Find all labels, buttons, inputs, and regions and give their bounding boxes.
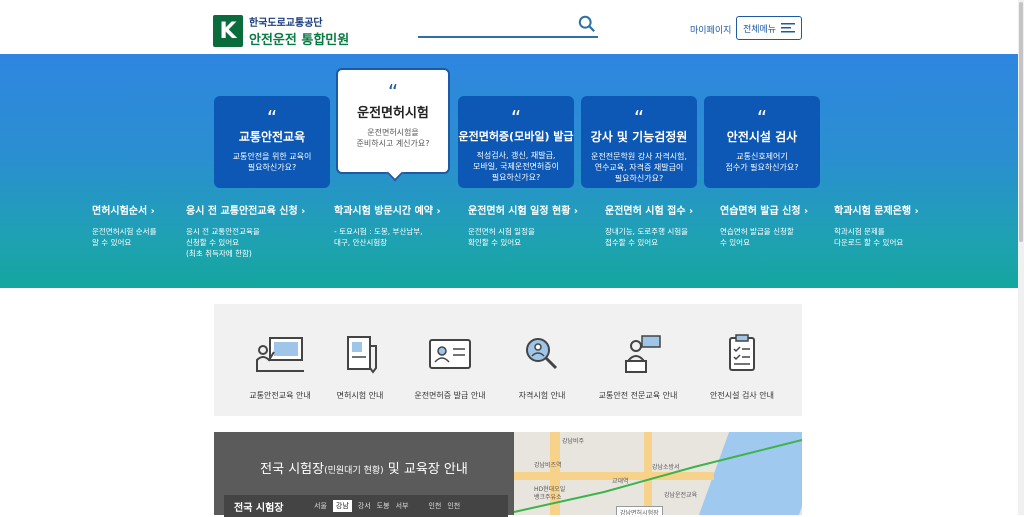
link-title: 운전면허 시험 일정 현황 › bbox=[468, 206, 579, 217]
card-desc: 운전면허시험을 준비하시고 계신가요? bbox=[356, 128, 430, 148]
card-title: 교통안전교육 bbox=[238, 130, 306, 144]
logo-mark-icon: K bbox=[213, 15, 243, 47]
link-exam-schedule[interactable]: 운전면허 시험 일정 현황 › 운전면허 시험 일정을 확인할 수 있어요 bbox=[468, 202, 578, 248]
checklist-icon bbox=[729, 334, 755, 371]
quick-item-safety-inspection[interactable]: 안전시설 검사 안내 bbox=[696, 334, 788, 401]
card-title: 운전면허증(모바일) 발급 bbox=[458, 130, 574, 143]
quote-icon: “ bbox=[266, 106, 278, 130]
link-title: 운전면허 시험 접수 › bbox=[605, 206, 694, 217]
magnifier-person-icon bbox=[526, 338, 558, 370]
link-desc: 응시 전 교통안전교육을 신청할 수 있어요 (최초 취득자에 한함) bbox=[186, 227, 260, 258]
quick-item-label: 교통안전교육 안내 bbox=[249, 391, 311, 400]
logo-org-name: 한국도로교통공단 bbox=[249, 18, 323, 29]
search-icon[interactable] bbox=[578, 15, 596, 33]
map-pin-label[interactable]: 강남면허시험장 bbox=[616, 506, 663, 515]
card-instructor[interactable]: “ 강사 및 기능검정원 운전전문학원 강사 자격시험, 연수교육, 자격증 재… bbox=[581, 96, 697, 188]
card-desc: 교통안전을 위한 교육이 필요하신가요? bbox=[232, 152, 312, 172]
region-tabs: 전국 시험장 서울 강남 강서 도봉 서부 인천 인천 bbox=[224, 495, 508, 517]
quick-item-label: 안전시설 검사 안내 bbox=[710, 391, 774, 400]
quick-item-license-exam[interactable]: 면허시험 안내 bbox=[314, 334, 406, 401]
panel-title-end: 및 교육장 안내 bbox=[383, 462, 468, 477]
quote-icon: “ bbox=[633, 106, 645, 130]
card-title: 운전면허시험 bbox=[357, 106, 429, 121]
quick-item-license-issue[interactable]: 운전면허증 발급 안내 bbox=[404, 334, 496, 401]
quick-menu: 교통안전교육 안내 면허시험 안내 운전면허증 발급 안내 자격시험 안내 교통… bbox=[214, 304, 802, 416]
card-desc: 교통신호제어기 접수가 필요하신가요? bbox=[725, 152, 799, 172]
link-practice-license[interactable]: 연습면허 발급 신청 › 연습면허 발급을 신청할 수 있어요 bbox=[720, 202, 808, 248]
link-desc: 연습면허 발급을 신청할 수 있어요 bbox=[720, 227, 794, 247]
card-desc: 운전전문학원 강사 자격시험, 연수교육, 자격증 재발급이 필요하신가요? bbox=[591, 152, 687, 183]
quote-icon: “ bbox=[387, 80, 399, 104]
card-safety-facility[interactable]: “ 안전시설 검사 교통신호제어기 접수가 필요하신가요? bbox=[704, 96, 820, 188]
map-label: 교대역 bbox=[612, 478, 629, 485]
region-tab-active[interactable]: 강남 bbox=[332, 500, 352, 512]
map-label: 강남비주 bbox=[562, 438, 585, 445]
region-tab[interactable]: 강서 bbox=[358, 501, 371, 511]
card-license-exam[interactable]: “ 운전면허시험 운전면허시험을 준비하시고 계신가요? bbox=[336, 68, 450, 182]
map-label: 강남비즈역 bbox=[534, 462, 562, 469]
page-scrollbar[interactable] bbox=[1018, 0, 1024, 515]
link-desc: 운전면허 시험 일정을 확인할 수 있어요 bbox=[468, 227, 535, 247]
region-tab[interactable]: 인천 bbox=[447, 501, 460, 511]
region-tabs-label: 전국 시험장 bbox=[234, 502, 284, 514]
id-card-icon bbox=[429, 339, 471, 369]
hero-banner: “ 교통안전교육 교통안전을 위한 교육이 필요하신가요? “ 운전면허시험 운… bbox=[0, 54, 1024, 288]
mypage-link[interactable]: 마이페이지 bbox=[690, 23, 731, 36]
link-exam-application[interactable]: 운전면허 시험 접수 › 장내기능, 도로주행 시험을 접수할 수 있어요 bbox=[605, 202, 693, 248]
scrollbar-thumb[interactable] bbox=[1019, 2, 1023, 242]
quote-icon: “ bbox=[756, 106, 768, 130]
card-title: 강사 및 기능검정원 bbox=[590, 130, 688, 144]
link-exam-order[interactable]: 면허시험순서 › 운전면허시험 순서를 알 수 있어요 bbox=[92, 202, 156, 248]
link-pre-education[interactable]: 응시 전 교통안전교육 신청 › 응시 전 교통안전교육을 신청할 수 있어요 (… bbox=[186, 202, 305, 259]
search-input[interactable] bbox=[418, 15, 598, 38]
all-menu-button[interactable]: 전체메뉴 bbox=[736, 16, 802, 40]
lecturer-icon bbox=[625, 335, 661, 373]
card-pointer bbox=[386, 164, 404, 182]
quote-icon: “ bbox=[510, 106, 522, 130]
link-title: 응시 전 교통안전교육 신청 › bbox=[186, 206, 306, 217]
location-map[interactable]: 강남비주 강남비즈역 교대역 강남소방서 HD현대오일 뱅크주유소 강남면허시험… bbox=[514, 432, 802, 515]
link-desc: - 토요시험 : 도봉, 부산남부, 대구, 안산시험장 bbox=[334, 227, 423, 247]
panel-title-main: 전국 시험장 bbox=[260, 462, 325, 477]
subway-line bbox=[514, 439, 802, 513]
quick-item-label: 면허시험 안내 bbox=[336, 391, 384, 400]
card-license-issue[interactable]: “ 운전면허증(모바일) 발급 적성검사, 갱신, 재발급, 모바일, 국제운전… bbox=[458, 96, 574, 188]
panel-title-small: (민원대기 현황) bbox=[324, 466, 384, 476]
region-tab[interactable]: 서부 bbox=[396, 501, 409, 511]
logo-text: 한국도로교통공단 안전운전 통합민원 bbox=[249, 14, 349, 48]
link-desc: 학과시험 문제를 다운로드 할 수 있어요 bbox=[834, 227, 904, 247]
map-label: 뱅크주유소 bbox=[534, 494, 562, 501]
card-traffic-education[interactable]: “ 교통안전교육 교통안전을 위한 교육이 필요하신가요? bbox=[214, 96, 330, 188]
region-tab[interactable]: 서울 bbox=[314, 501, 327, 511]
hamburger-icon bbox=[781, 23, 796, 33]
map-label: 강남소방서 bbox=[652, 464, 680, 471]
quick-item-traffic-education[interactable]: 교통안전교육 안내 bbox=[234, 334, 326, 401]
link-title: 학과시험 방문시간 예약 › bbox=[334, 206, 441, 217]
link-visit-reservation[interactable]: 학과시험 방문시간 예약 › - 토요시험 : 도봉, 부산남부, 대구, 안산시… bbox=[334, 202, 441, 248]
card-title: 안전시설 검사 bbox=[726, 130, 798, 144]
logo-service-name: 안전운전 통합민원 bbox=[249, 33, 350, 48]
region-tab[interactable]: 도봉 bbox=[377, 501, 390, 511]
link-title: 학과시험 문제은행 › bbox=[834, 206, 919, 217]
quick-item-expert-education[interactable]: 교통안전 전문교육 안내 bbox=[592, 334, 684, 401]
card-desc: 적성검사, 갱신, 재발급, 모바일, 국제운전면허증이 필요하신가요? bbox=[472, 151, 560, 182]
test-center-panel: 전국 시험장(민원대기 현황) 및 교육장 안내 전국 시험장 서울 강남 강서… bbox=[214, 432, 514, 517]
link-desc: 운전면허시험 순서를 알 수 있어요 bbox=[92, 227, 157, 247]
quick-item-label: 자격시험 안내 bbox=[518, 391, 566, 400]
panel-title: 전국 시험장(민원대기 현황) 및 교육장 안내 bbox=[214, 458, 514, 477]
quick-item-label: 운전면허증 발급 안내 bbox=[414, 391, 486, 400]
exam-book-icon bbox=[347, 336, 377, 374]
logo[interactable]: K 한국도로교통공단 안전운전 통합민원 bbox=[213, 14, 349, 48]
link-question-bank[interactable]: 학과시험 문제은행 › 학과시험 문제를 다운로드 할 수 있어요 bbox=[834, 202, 919, 248]
all-menu-label: 전체메뉴 bbox=[742, 24, 777, 35]
region-tab[interactable]: 인천 bbox=[428, 501, 441, 511]
link-desc: 장내기능, 도로주행 시험을 접수할 수 있어요 bbox=[605, 227, 689, 247]
map-label: 강남운전교육 bbox=[664, 492, 698, 499]
link-title: 연습면허 발급 신청 › bbox=[720, 206, 809, 217]
site-header: K 한국도로교통공단 안전운전 통합민원 마이페이지 전체메뉴 bbox=[0, 0, 1024, 54]
link-title: 면허시험순서 › bbox=[92, 206, 155, 217]
quick-item-qualification[interactable]: 자격시험 안내 bbox=[496, 334, 588, 401]
quick-item-label: 교통안전 전문교육 안내 bbox=[598, 391, 678, 400]
presentation-icon bbox=[256, 337, 304, 372]
